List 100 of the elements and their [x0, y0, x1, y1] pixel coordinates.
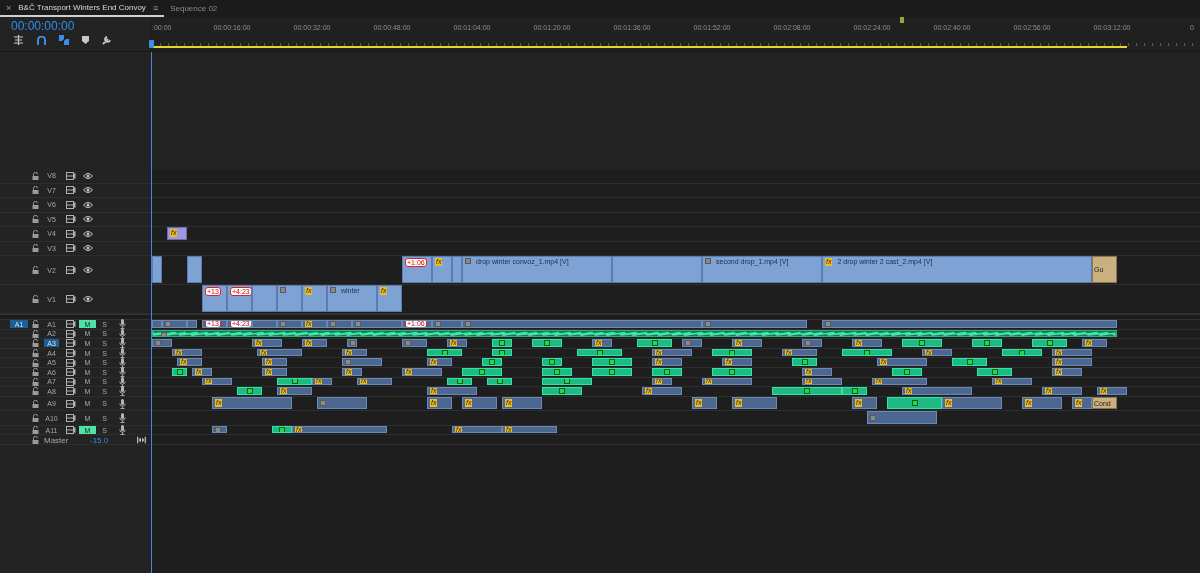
- audio-clip[interactable]: [1002, 348, 1042, 357]
- audio-clip[interactable]: [592, 358, 632, 366]
- lock-icon[interactable]: [32, 329, 39, 338]
- audio-clip[interactable]: [152, 339, 172, 347]
- audio-clip[interactable]: [792, 358, 817, 366]
- audio-clip[interactable]: [712, 348, 752, 357]
- lock-icon[interactable]: [32, 244, 39, 253]
- volume-value[interactable]: -15.0: [90, 436, 109, 446]
- sync-lock-icon[interactable]: [66, 320, 76, 329]
- audio-clip[interactable]: [542, 358, 562, 366]
- audio-clip[interactable]: [277, 377, 312, 386]
- marker-icon[interactable]: [82, 36, 89, 44]
- audio-clip[interactable]: [427, 348, 462, 357]
- audio-clip[interactable]: [492, 348, 512, 357]
- sync-lock-icon[interactable]: [66, 329, 76, 338]
- audio-clip[interactable]: [172, 367, 187, 376]
- audio-clip[interactable]: [867, 411, 937, 424]
- microphone-icon[interactable]: [119, 413, 126, 423]
- lock-icon[interactable]: [32, 339, 39, 348]
- audio-clip[interactable]: [712, 367, 752, 376]
- audio-clip[interactable]: [237, 387, 262, 395]
- video-clip[interactable]: [612, 256, 702, 283]
- microphone-icon[interactable]: [119, 425, 126, 436]
- audio-clip[interactable]: [532, 339, 562, 347]
- sync-lock-icon[interactable]: [66, 387, 76, 396]
- audio-clip[interactable]: [902, 339, 942, 347]
- audio-clip[interactable]: [542, 387, 582, 395]
- snap-magnet-icon[interactable]: [37, 35, 46, 45]
- audio-clip[interactable]: [592, 367, 632, 376]
- audio-clip[interactable]: [462, 367, 502, 376]
- sync-lock-icon[interactable]: [66, 186, 76, 195]
- lock-icon[interactable]: [32, 229, 39, 238]
- playhead-handle[interactable]: [149, 40, 154, 48]
- audio-clip[interactable]: [682, 339, 702, 347]
- lock-icon[interactable]: [32, 377, 39, 386]
- audio-clip[interactable]: [187, 320, 197, 328]
- lock-icon[interactable]: [32, 426, 39, 435]
- audio-clip[interactable]: [842, 387, 867, 395]
- audio-clip[interactable]: [577, 348, 622, 357]
- audio-clip[interactable]: [802, 339, 822, 347]
- sync-lock-icon[interactable]: [66, 200, 76, 209]
- nest-toggle-icon[interactable]: [13, 35, 24, 45]
- sync-lock-icon[interactable]: [66, 229, 76, 238]
- audio-clip[interactable]: [492, 339, 512, 347]
- video-clip[interactable]: [452, 256, 462, 283]
- audio-clip[interactable]: [702, 320, 807, 328]
- microphone-icon[interactable]: [119, 338, 126, 349]
- microphone-icon[interactable]: [119, 398, 126, 409]
- audio-clip[interactable]: [447, 377, 472, 386]
- sync-lock-icon[interactable]: [66, 414, 76, 422]
- lock-icon[interactable]: [32, 435, 39, 444]
- sync-lock-icon[interactable]: [66, 171, 76, 180]
- audio-clip[interactable]: [432, 320, 462, 328]
- audio-clip[interactable]: [402, 339, 427, 347]
- audio-clip[interactable]: [772, 387, 842, 395]
- eye-icon[interactable]: [83, 172, 93, 180]
- sync-lock-icon[interactable]: [66, 244, 76, 253]
- sync-lock-icon[interactable]: [66, 399, 76, 408]
- sync-lock-icon[interactable]: [66, 215, 76, 224]
- sequence-tab[interactable]: B&Č Transport Winters End Convoy: [18, 3, 146, 12]
- lock-icon[interactable]: [32, 215, 39, 224]
- eye-icon[interactable]: [83, 186, 93, 194]
- audio-clip[interactable]: [892, 367, 922, 376]
- audio-clip[interactable]: [977, 367, 1012, 376]
- video-clip[interactable]: [187, 256, 202, 283]
- waveform-clip[interactable]: [152, 329, 1117, 338]
- audio-clip[interactable]: [952, 358, 987, 366]
- sequence-marker[interactable]: [900, 17, 904, 23]
- video-clip[interactable]: [277, 285, 302, 312]
- linked-selection-icon[interactable]: [59, 35, 69, 45]
- microphone-icon[interactable]: [119, 357, 126, 368]
- lock-icon[interactable]: [32, 295, 39, 303]
- microphone-icon[interactable]: [119, 328, 126, 339]
- sync-lock-icon[interactable]: [66, 377, 76, 386]
- audio-clip[interactable]: [542, 367, 572, 376]
- eye-icon[interactable]: [83, 230, 93, 238]
- audio-clip[interactable]: [542, 377, 592, 386]
- sync-lock-icon[interactable]: [66, 426, 76, 435]
- sync-lock-icon[interactable]: [66, 295, 76, 303]
- audio-clip[interactable]: [277, 320, 302, 328]
- lock-icon[interactable]: [32, 358, 39, 367]
- lock-icon[interactable]: [32, 320, 39, 329]
- microphone-icon[interactable]: [119, 348, 126, 359]
- video-clip[interactable]: [152, 256, 162, 283]
- video-clip[interactable]: [252, 285, 277, 312]
- eye-icon[interactable]: [83, 215, 93, 223]
- audio-clip[interactable]: [152, 320, 162, 328]
- eye-icon[interactable]: [83, 244, 93, 252]
- audio-clip[interactable]: [822, 320, 1117, 328]
- sync-lock-icon[interactable]: [66, 368, 76, 377]
- audio-clip[interactable]: [972, 339, 1002, 347]
- lock-icon[interactable]: [32, 387, 39, 396]
- lock-icon[interactable]: [32, 186, 39, 195]
- sequence-tab[interactable]: Sequence 02: [170, 4, 218, 13]
- audio-clip[interactable]: [327, 320, 352, 328]
- sync-lock-icon[interactable]: [66, 266, 76, 274]
- timecode[interactable]: 00:00:00:00: [11, 19, 75, 33]
- sync-lock-icon[interactable]: [66, 349, 76, 358]
- audio-clip[interactable]: [652, 367, 682, 376]
- lock-icon[interactable]: [32, 200, 39, 209]
